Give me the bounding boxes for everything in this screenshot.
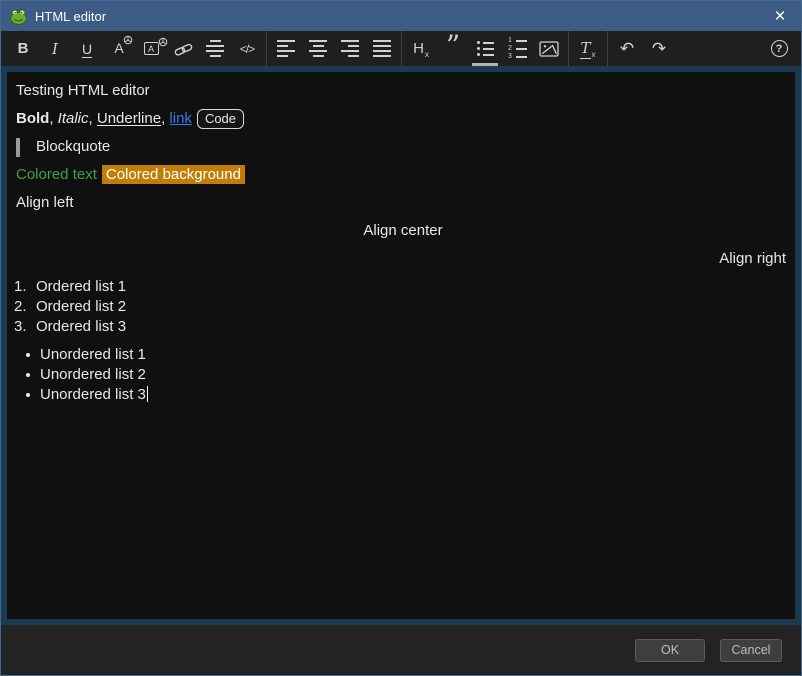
editor-content[interactable]: Testing HTML editor Bold, Italic, Underl… [7,72,795,405]
link-icon [174,41,193,57]
text-color-icon: A [114,40,123,58]
title-bar: HTML editor × [1,1,801,31]
code-button[interactable]: </> [231,31,263,66]
justify-icon [373,40,391,57]
align-left-paragraph: Align left [12,193,790,213]
html-editor-dialog: HTML editor × B I U A A [0,0,802,676]
blockquote-bar [16,138,20,157]
formatted-paragraph: Bold, Italic, Underline, linkCode [12,109,790,129]
link-text[interactable]: link [169,110,192,127]
redo-button[interactable]: ↷ [643,31,675,66]
toolbar-separator [401,31,402,66]
italic-icon: I [52,40,58,58]
justify-button[interactable] [366,31,398,66]
toolbar-separator [568,31,569,66]
help-icon: ? [771,40,788,57]
toolbar-separator [266,31,267,66]
bold-icon: B [18,40,29,57]
help-button[interactable]: ? [763,31,795,66]
unordered-list-item: Unordered list 3 [12,385,790,405]
heading-button[interactable]: Hx [405,31,437,66]
colored-text: Colored text [16,166,97,183]
text-caret [147,386,148,402]
bold-button[interactable]: B [7,31,39,66]
ordered-list-item: 1.Ordered list 1 [12,277,790,297]
formatting-toolbar: B I U A A </> [1,31,801,66]
code-icon: </> [240,42,254,56]
window-title: HTML editor [35,9,106,24]
underline-icon: U [82,41,92,57]
clear-formatting-icon: Tx [580,39,595,58]
app-frog-icon [10,8,27,25]
unordered-list-item: Unordered list 1 [12,345,790,365]
toolbar-separator [607,31,608,66]
editor-area: Testing HTML editor Bold, Italic, Underl… [1,66,801,625]
undo-icon: ↶ [620,39,634,59]
text-color-button[interactable]: A [103,31,135,66]
background-color-button[interactable]: A [135,31,167,66]
bullet-dot [26,353,30,357]
numbered-list-button[interactable]: 1 2 3 [501,31,533,66]
bullet-dot [26,393,30,397]
background-color-icon: A [144,42,159,55]
insert-image-button[interactable] [533,31,565,66]
ordered-list: 1.Ordered list 1 2.Ordered list 2 3.Orde… [12,277,790,337]
bullet-dot [26,373,30,377]
dialog-footer: OK Cancel [1,625,801,675]
line-spacing-button[interactable] [199,31,231,66]
bold-text: Bold [16,110,49,127]
close-icon[interactable]: × [767,3,793,29]
align-right-paragraph: Align right [12,249,790,269]
link-button[interactable] [167,31,199,66]
italic-text: Italic [58,110,89,127]
align-right-button[interactable] [334,31,366,66]
align-center-icon [309,40,327,57]
colored-paragraph: Colored text Colored background [12,165,790,185]
align-center-paragraph: Align center [12,221,790,241]
undo-button[interactable]: ↶ [611,31,643,66]
clear-formatting-button[interactable]: Tx [572,31,604,66]
bullet-list-icon [477,41,494,56]
italic-button[interactable]: I [39,31,71,66]
redo-icon: ↷ [652,39,666,59]
unordered-list: Unordered list 1 Unordered list 2 Unorde… [12,345,790,405]
ordered-list-item: 2.Ordered list 2 [12,297,790,317]
underline-text: Underline [97,110,161,127]
ok-button[interactable]: OK [635,639,705,662]
ordered-list-item: 3.Ordered list 3 [12,317,790,337]
blockquote-button[interactable]: ” [437,31,469,66]
align-left-icon [277,40,295,57]
bullet-list-button[interactable] [469,31,501,66]
underline-button[interactable]: U [71,31,103,66]
blockquote-icon: ” [446,41,460,56]
code-text: Code [197,109,244,129]
unordered-list-item: Unordered list 2 [12,365,790,385]
line-spacing-icon [206,40,224,57]
colored-background-text: Colored background [102,165,245,184]
image-icon [539,41,559,57]
cancel-button[interactable]: Cancel [720,639,782,662]
heading-icon: Hx [413,40,429,58]
align-center-button[interactable] [302,31,334,66]
blockquote-line: Blockquote [12,137,790,157]
align-right-icon [341,40,359,57]
numbered-list-icon: 1 2 3 [508,38,527,59]
align-left-button[interactable] [270,31,302,66]
plain-paragraph: Testing HTML editor [12,81,790,101]
